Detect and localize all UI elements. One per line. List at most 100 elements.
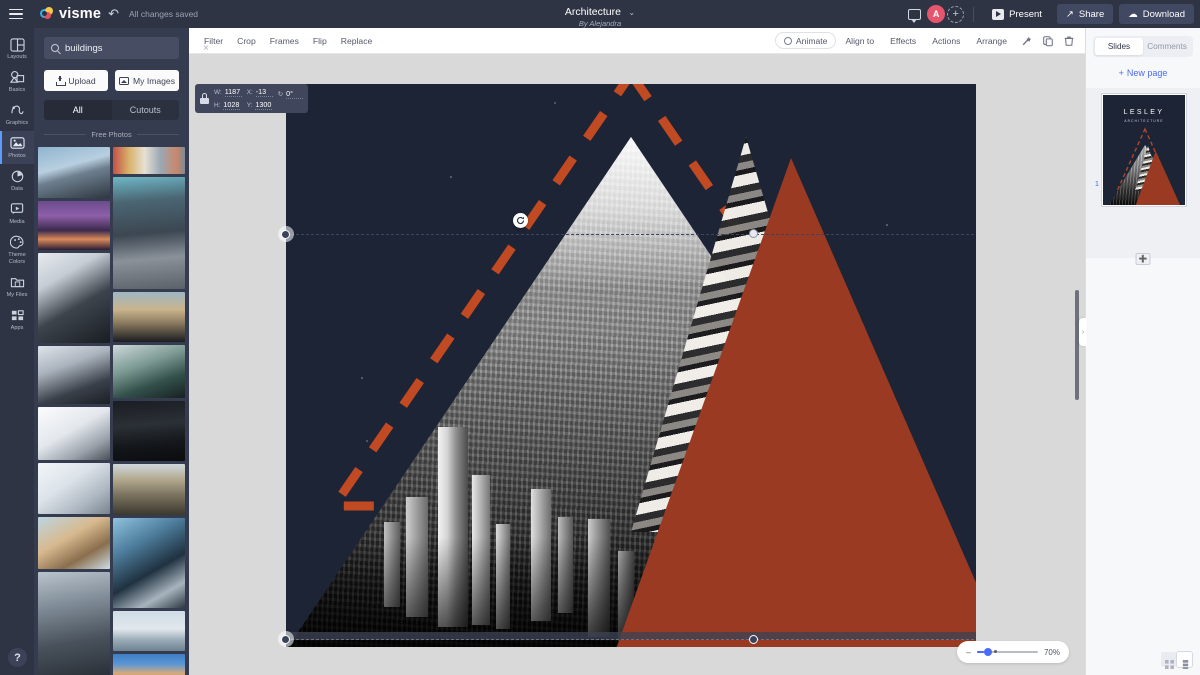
photo-thumbnail-chicago-skyline-sepia[interactable]: [113, 463, 185, 516]
document-title-group[interactable]: Architecture ⌄ By Alejandra: [565, 2, 635, 29]
my-images-button[interactable]: My Images: [115, 70, 179, 91]
sidebar-item-data[interactable]: Data: [0, 164, 34, 197]
sidebar-item-apps[interactable]: Apps: [0, 303, 34, 336]
photo-thumbnail-city-street-highrise[interactable]: [38, 571, 110, 675]
sidebar-item-layouts[interactable]: Layouts: [0, 32, 34, 65]
section-label: Free Photos: [91, 130, 132, 139]
y-value[interactable]: 1300: [255, 100, 273, 110]
undo-icon[interactable]: ↶: [108, 6, 119, 22]
brand-logo-group[interactable]: visme: [40, 6, 101, 22]
zoom-slider-knob[interactable]: [984, 648, 993, 656]
magic-wand-icon[interactable]: [1019, 33, 1035, 49]
download-button[interactable]: ☁ Download: [1119, 4, 1194, 24]
x-value[interactable]: -13: [255, 87, 273, 97]
tool-replace[interactable]: Replace: [334, 33, 380, 49]
comment-icon[interactable]: [908, 8, 922, 23]
slide-thumbnail[interactable]: LESLEY ARCHITECTURE: [1102, 94, 1186, 206]
tab-cutouts[interactable]: Cutouts: [112, 100, 180, 120]
tab-all[interactable]: All: [44, 100, 112, 120]
theme-colors-icon: [9, 235, 25, 250]
photo-thumbnail-white-modern-facade[interactable]: [38, 407, 110, 461]
photo-thumbnail-skyscraper-blue-sky[interactable]: [38, 147, 110, 198]
collapse-panel-button[interactable]: ›: [1079, 318, 1087, 346]
width-label: W:: [214, 88, 222, 96]
x-label: X:: [246, 88, 253, 96]
photo-thumbnail-city-skyline-purple-dusk[interactable]: [38, 200, 110, 250]
sidebar-item-my-files[interactable]: My Files: [0, 270, 34, 303]
animate-icon: [783, 36, 792, 45]
list-view-icon[interactable]: [1177, 652, 1192, 669]
add-collaborator-button[interactable]: +: [947, 5, 965, 23]
panel-action-buttons: Upload My Images: [44, 70, 179, 91]
selection-handle-bottom-right[interactable]: [749, 635, 758, 644]
tool-actions[interactable]: Actions: [925, 33, 967, 49]
tool-arrange[interactable]: Arrange: [969, 33, 1014, 49]
tool-filter[interactable]: Filter: [197, 33, 230, 49]
search-input[interactable]: [65, 42, 197, 54]
selection-handle-top-right[interactable]: [749, 229, 758, 238]
photo-thumbnail-manhattan-golden-hour[interactable]: [113, 292, 185, 343]
tool-align-to[interactable]: Align to: [838, 33, 881, 49]
new-page-button[interactable]: + New page: [1086, 68, 1200, 78]
upload-button[interactable]: Upload: [44, 70, 108, 91]
tool-frames[interactable]: Frames: [263, 33, 306, 49]
photo-thumbnail-harbor-houses-blue[interactable]: [113, 653, 185, 675]
photo-thumbnail-coastal-town-sky[interactable]: [113, 611, 185, 651]
tool-effects[interactable]: Effects: [883, 33, 923, 49]
canvas-toolbar-right: Animate Align to Effects Actions Arrange: [774, 32, 1085, 49]
canvas-toolbar: Filter Crop Frames Flip Replace Animate …: [189, 28, 1085, 54]
chevron-down-icon[interactable]: ⌄: [628, 8, 635, 17]
share-button[interactable]: ↗ Share: [1056, 4, 1114, 24]
canvas-area: Filter Crop Frames Flip Replace Animate …: [189, 28, 1085, 675]
selection-handle-top-left[interactable]: [281, 230, 290, 239]
tab-slides[interactable]: Slides: [1095, 38, 1143, 55]
close-icon[interactable]: ×: [203, 43, 209, 54]
sidebar-item-basics[interactable]: Basics: [0, 65, 34, 98]
grid-view-icon[interactable]: [1161, 652, 1176, 669]
right-panel: › Slides Comments + New page 1 LESLEY AR…: [1075, 28, 1200, 675]
photo-thumbnail-glass-facade-angle[interactable]: [113, 518, 185, 609]
zoom-out-button[interactable]: –: [966, 647, 971, 657]
sidebar-item-theme-colors[interactable]: Theme Colors: [0, 230, 34, 270]
photo-thumbnail-twin-green-glass-towers[interactable]: [113, 345, 185, 399]
zoom-slider[interactable]: [977, 648, 1038, 656]
rotate-handle-icon[interactable]: [513, 213, 528, 228]
present-button[interactable]: Present: [983, 4, 1051, 24]
photo-thumbnail-pyramid-building-dark[interactable]: [38, 345, 110, 405]
photo-thumbnail-airplane-wing-white[interactable]: [38, 463, 110, 514]
sidebar-item-graphics[interactable]: Graphics: [0, 98, 34, 131]
sidebar-item-photos[interactable]: Photos: [0, 130, 34, 164]
photo-thumbnail-downtown-intersection[interactable]: [113, 176, 185, 290]
free-photos-divider: Free Photos: [44, 130, 180, 139]
height-value[interactable]: 1028: [223, 100, 241, 110]
lock-icon[interactable]: [200, 93, 209, 104]
animate-button[interactable]: Animate: [774, 32, 837, 49]
avatar[interactable]: A: [927, 5, 946, 23]
tool-crop[interactable]: Crop: [230, 33, 263, 49]
canvas-stage[interactable]: W: 1187 H: 1028 X: -13 Y: 1300 ↻ 0° – 70…: [189, 54, 1085, 675]
tab-comments[interactable]: Comments: [1143, 38, 1191, 55]
height-label: H:: [214, 101, 221, 109]
tool-flip[interactable]: Flip: [306, 33, 334, 49]
rotation-field: ↻ 0°: [278, 89, 304, 99]
selection-handle-bottom-left[interactable]: [281, 635, 290, 644]
rotation-value[interactable]: 0°: [286, 89, 304, 99]
download-label: Download: [1142, 8, 1185, 20]
sidebar-item-media[interactable]: Media: [0, 197, 34, 230]
width-value[interactable]: 1187: [224, 87, 242, 97]
photo-thumbnail-colorful-row-houses[interactable]: [113, 147, 185, 174]
zoom-control[interactable]: – 70%: [957, 641, 1069, 663]
photo-thumbnail-towers-up-view-sky[interactable]: [38, 516, 110, 569]
help-button[interactable]: ?: [8, 648, 27, 667]
trash-icon[interactable]: [1061, 33, 1077, 49]
canvas-scrollbar[interactable]: [1075, 290, 1079, 400]
duplicate-icon[interactable]: [1040, 33, 1056, 49]
right-panel-tabs: Slides Comments: [1093, 36, 1193, 57]
sidebar-item-label: Basics: [8, 86, 26, 93]
slide-canvas[interactable]: [286, 84, 976, 647]
hamburger-icon[interactable]: [0, 0, 32, 28]
photo-thumbnail-dark-building-night[interactable]: [113, 401, 185, 461]
photo-thumbnail-glass-towers-fog[interactable]: [38, 252, 110, 343]
search-box[interactable]: ×: [44, 37, 209, 59]
add-slide-icon[interactable]: ➕: [1135, 253, 1151, 265]
